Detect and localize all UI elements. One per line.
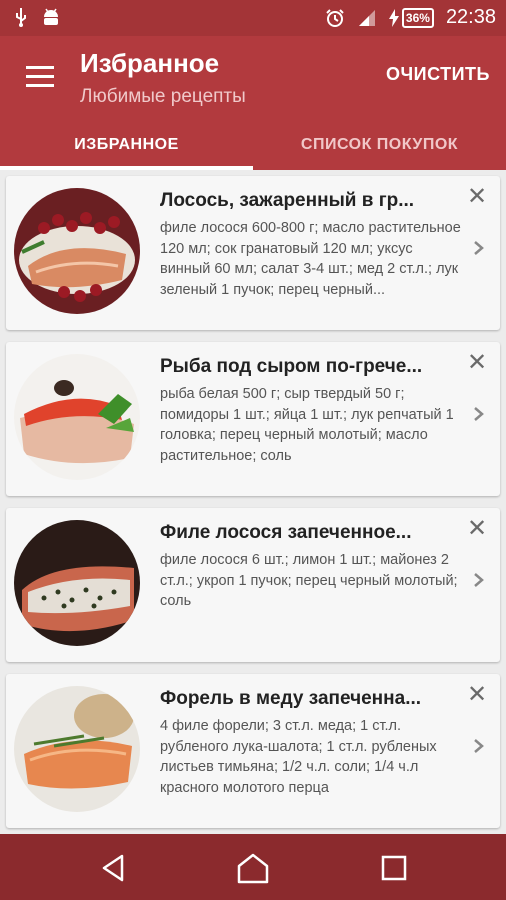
back-icon[interactable] <box>94 852 134 884</box>
page-title: Избранное <box>80 48 220 78</box>
tab-favorites[interactable]: ИЗБРАННОЕ <box>0 120 253 170</box>
chevron-right-icon[interactable] <box>470 402 488 426</box>
clear-button[interactable]: ОЧИСТИТЬ <box>386 64 490 85</box>
close-icon[interactable]: ✕ <box>464 350 490 376</box>
recents-icon[interactable] <box>374 852 414 884</box>
recipe-card[interactable]: Филе лосося запеченное... филе лосося 6 … <box>6 508 500 662</box>
recipe-image <box>14 188 140 314</box>
close-icon[interactable]: ✕ <box>464 516 490 542</box>
chevron-right-icon[interactable] <box>470 568 488 592</box>
recipe-image <box>14 520 140 646</box>
android-icon <box>44 8 58 25</box>
close-icon[interactable]: ✕ <box>464 184 490 210</box>
tab-shopping-list[interactable]: СПИСОК ПОКУПОК <box>253 120 506 170</box>
chevron-right-icon[interactable] <box>470 236 488 260</box>
recipe-card[interactable]: Лосось, зажаренный в гр... филе лосося 6… <box>6 176 500 330</box>
recipe-title: Форель в меду запеченна... <box>160 688 422 709</box>
recipe-list: Лосось, зажаренный в гр... филе лосося 6… <box>0 170 506 834</box>
recipe-ingredients: 4 филе форели; 3 ст.л. меда; 1 ст.л. руб… <box>160 718 437 796</box>
recipe-card[interactable]: Рыба под сыром по-грече... рыба белая 50… <box>6 342 500 496</box>
recipe-card[interactable]: Форель в меду запеченна... 4 филе форели… <box>6 674 500 828</box>
recipe-title: Рыба под сыром по-грече... <box>160 356 423 377</box>
recipe-ingredients: рыба белая 500 г; сыр твердый 50 г; поми… <box>160 386 454 464</box>
navigation-bar <box>0 834 506 900</box>
recipe-image <box>14 686 140 812</box>
close-icon[interactable]: ✕ <box>464 682 490 708</box>
chevron-right-icon[interactable] <box>470 734 488 758</box>
alarm-icon <box>326 8 344 27</box>
recipe-ingredients: филе лосося 600-800 г; масло растительно… <box>160 220 461 298</box>
recipe-image <box>14 354 140 480</box>
app-bar: Избранное Любимые рецепты ОЧИСТИТЬ ИЗБРА… <box>0 36 506 170</box>
battery-icon: 36% <box>401 7 434 28</box>
page-subtitle: Любимые рецепты <box>80 86 246 107</box>
menu-icon[interactable] <box>26 66 54 88</box>
tab-bar: ИЗБРАННОЕ СПИСОК ПОКУПОК <box>0 120 506 170</box>
clock: 22:38 <box>445 6 496 28</box>
home-icon[interactable] <box>233 852 273 884</box>
recipe-title: Филе лосося запеченное... <box>160 522 412 543</box>
usb-icon <box>16 8 26 27</box>
recipe-title: Лосось, зажаренный в гр... <box>160 190 415 211</box>
signal-icon <box>358 9 375 26</box>
charging-icon <box>388 8 399 27</box>
status-bar: 36% 22:38 <box>0 0 506 36</box>
recipe-ingredients: филе лосося 6 шт.; лимон 1 шт.; майонез … <box>160 552 458 609</box>
